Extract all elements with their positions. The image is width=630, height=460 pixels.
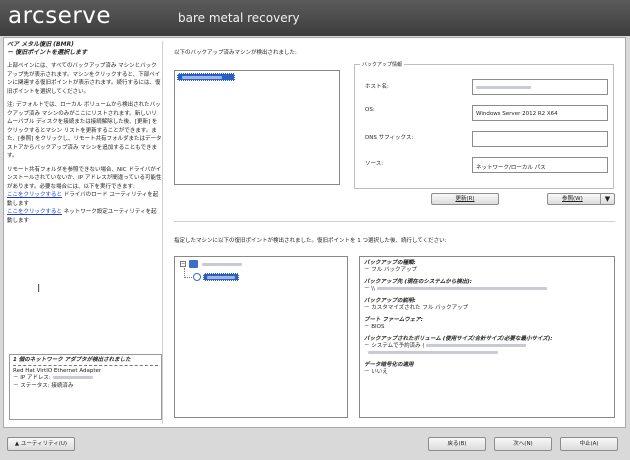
redacted-value xyxy=(376,287,547,290)
machine-list[interactable] xyxy=(174,70,340,185)
dns-suffix-label: DNS サフィックス: xyxy=(365,135,414,141)
redacted-value xyxy=(52,376,93,379)
os-field: Windows Server 2012 R2 X64 xyxy=(472,105,608,121)
network-adapter-ip: － IP アドレス: xyxy=(13,375,158,383)
redacted-value xyxy=(207,276,235,279)
redacted-value xyxy=(476,86,531,89)
host-label: ホスト名: xyxy=(365,84,389,90)
left-help-pane: ベア メタル復旧 (BMR) － 復旧ポイントを選択します 上部ペインには、すべ… xyxy=(7,41,163,424)
recovery-points-label: 指定したマシンに以下の復旧ポイントが検出されました。復旧ポイントを 1 つ選択し… xyxy=(174,238,447,244)
abort-button[interactable]: 中止(A) xyxy=(560,437,618,451)
detail-destination-value: － \\ xyxy=(364,286,610,293)
source-label: ソース: xyxy=(365,161,384,167)
detail-backup-type-heading: バックアップの種類: xyxy=(364,260,416,266)
next-button[interactable]: 次へ(N) xyxy=(494,437,552,451)
utilities-button[interactable]: ▲ ユーティリティ(U) xyxy=(7,437,75,451)
detail-boot-firmware-heading: ブート ファームウェア: xyxy=(364,317,423,323)
help-paragraph-1: 上部ペインには、すべてのバックアップ済み マシンとバックアップ先が表示されます。… xyxy=(7,63,161,95)
detail-encryption-value: － いいえ xyxy=(364,369,388,375)
network-config-link[interactable]: ここをクリックすると xyxy=(7,209,62,215)
detail-volumes-value-2 xyxy=(364,350,610,357)
redacted-value xyxy=(368,351,498,354)
help-paragraph-2: 注: デフォルトでは、ローカル ボリュームから検出されたバックアップ済み マシン… xyxy=(7,102,162,159)
host-field xyxy=(472,79,608,95)
redacted-value xyxy=(426,344,527,347)
tree-collapse-icon[interactable]: − xyxy=(180,261,186,267)
os-label: OS: xyxy=(365,107,375,113)
footer-bar: ▲ ユーティリティ(U) 戻る(B) 次へ(N) 中止(A) xyxy=(0,430,630,460)
chevron-down-icon[interactable]: ▼ xyxy=(600,194,614,204)
backup-info-legend: バックアップ情報 xyxy=(360,61,405,68)
network-adapter-status: － ステータス: 接続済み xyxy=(13,382,74,389)
machine-list-item-selected[interactable] xyxy=(177,73,235,81)
tree-line xyxy=(184,277,192,278)
network-adapter-name: Red Hat VirtIO Ethernet Adapter xyxy=(13,367,102,374)
detail-destination-heading: バックアップ先 (現在のシステムから検出): xyxy=(364,279,472,285)
help-paragraph-3: リモート共有フォルダを参照できない場合、NIC ドライバがインストールされていな… xyxy=(7,166,162,224)
app-title: bare metal recovery xyxy=(178,11,300,25)
text-cursor-icon: I xyxy=(37,282,41,295)
network-adapter-box: 1 個のネットワーク アダプタが検出されました Red Hat VirtIO E… xyxy=(9,354,162,420)
load-driver-link[interactable]: ここをクリックすると xyxy=(7,192,62,198)
detail-volumes-value: － システムで予約済み ( xyxy=(364,343,610,350)
backup-set-icon xyxy=(189,260,198,268)
detail-description-value: － カスタマイズされた フル バックアップ xyxy=(364,305,469,311)
app-header: arcserve bare metal recovery xyxy=(0,0,630,36)
refresh-button[interactable]: 更新(R) xyxy=(431,193,499,205)
source-field: ネットワーク/ローカル パス xyxy=(472,157,608,173)
redacted-value xyxy=(202,263,242,266)
redacted-value xyxy=(182,76,222,79)
detail-volumes-heading: バックアップされたボリューム (使用サイズ/合計サイズ/必要な最小サイズ): xyxy=(364,336,553,342)
backup-info-group: バックアップ情報 ホスト名: OS: Windows Server 2012 R… xyxy=(354,61,614,189)
browse-button[interactable]: 参照(W) ▼ xyxy=(547,193,615,205)
triangle-up-icon: ▲ xyxy=(14,441,20,447)
detail-backup-type-value: － フル バックアップ xyxy=(364,267,417,273)
detail-description-heading: バックアップの説明: xyxy=(364,298,416,304)
network-adapter-title: 1 個のネットワーク アダプタが検出されました xyxy=(13,357,158,366)
arcserve-logo: arcserve xyxy=(8,3,112,29)
dns-suffix-field xyxy=(472,131,608,147)
detail-encryption-heading: データ暗号化の適用 xyxy=(364,362,414,368)
recovery-point-details: バックアップの種類: － フル バックアップ バックアップ先 (現在のシステムか… xyxy=(359,256,615,418)
recovery-point-tree[interactable]: − xyxy=(174,256,348,418)
main-panel: ベア メタル復旧 (BMR) － 復旧ポイントを選択します 上部ペインには、すべ… xyxy=(3,37,626,428)
machines-detected-label: 以下のバックアップ済みマシンが検出されました: xyxy=(174,50,297,56)
recovery-point-item-selected[interactable] xyxy=(203,273,239,281)
back-button[interactable]: 戻る(B) xyxy=(428,437,486,451)
help-title: ベア メタル復旧 (BMR) － 復旧ポイントを選択します xyxy=(7,41,88,56)
section-divider xyxy=(174,221,615,222)
recovery-point-icon xyxy=(193,273,201,281)
detail-boot-firmware-value: － BIOS xyxy=(364,324,385,330)
